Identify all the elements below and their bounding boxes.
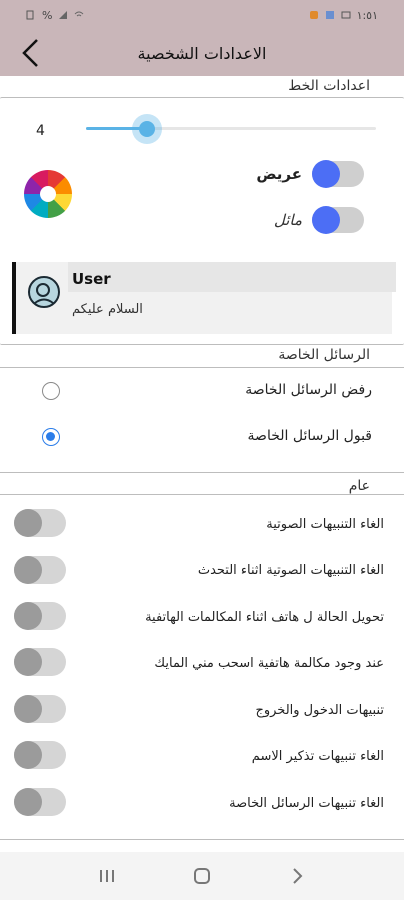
slider-thumb[interactable] [138,121,155,137]
chevron-left-icon [22,39,38,67]
back-button[interactable] [14,36,48,70]
preview-username: User [72,270,111,288]
accept-private-radio[interactable] [42,428,60,446]
back-nav-icon [292,868,303,884]
mute-sound-alerts-toggle[interactable] [14,509,66,537]
accept-private-label: قبول الرسائل الخاصة [247,428,372,444]
toggle-knob [14,741,42,769]
system-nav-bar [0,852,404,900]
toggle-knob [14,695,42,723]
toggle-knob [14,602,42,630]
toggle-knob [14,556,42,584]
home-button[interactable] [182,861,222,891]
mute-while-talking-toggle[interactable] [14,556,66,584]
font-size-slider[interactable] [86,114,376,144]
bold-label: عريض [256,165,302,183]
font-size-value: 4 [36,123,45,139]
preview-name-bar [68,262,396,292]
general-item-label: الغاء التنبيهات الصوتية اثناء التحدث [197,563,384,578]
page-title: الاعدادات الشخصية [137,43,267,63]
recent-apps-icon [100,870,115,882]
toggle-knob [312,160,340,188]
nav-back-button[interactable] [277,861,317,891]
italic-label: مائل [273,211,302,229]
general-item-label: الغاء تنبيهات تذكير الاسم [251,749,384,764]
toggle-knob [14,509,42,537]
battery-text: % [42,8,53,22]
message-icon [341,11,351,19]
app-bar: الاعدادات الشخصية [0,30,404,76]
general-item-label: تحويل الحالة ل هاتف اثناء المكالمات الها… [145,610,384,625]
general-item-label: عند وجود مكالمة هاتفية اسحب مني المايك [154,656,384,671]
reject-private-radio[interactable] [42,382,60,400]
toggle-knob [14,648,42,676]
general-item-label: الغاء التنبيهات الصوتية [266,517,384,532]
person-icon [34,283,54,304]
notification-icon [309,11,318,19]
clock: ١:٥١ [356,8,378,22]
user-avatar-icon [28,276,60,308]
phone-status-toggle[interactable] [14,602,66,630]
general-title: عام [348,478,370,494]
status-bar: % ١:٥١ [0,0,404,30]
signal-icon [59,11,68,19]
status-right-icons: ١:٥١ [309,9,378,22]
home-icon [193,868,210,884]
release-mic-on-call-toggle[interactable] [14,648,66,676]
italic-toggle[interactable] [312,206,364,234]
wifi-icon [75,11,84,17]
private-message-alerts-toggle[interactable] [14,788,66,816]
general-item-label: الغاء تنبيهات الرسائل الخاصة [229,796,384,811]
toggle-knob [312,206,340,234]
message-preview: User السلام عليكم [12,262,396,334]
image-icon [325,11,334,19]
font-settings-title: اعدادات الخط [288,78,370,94]
bold-toggle[interactable] [312,160,364,188]
private-messages-title: الرسائل الخاصة [278,347,370,363]
battery-icon [26,10,34,20]
name-mention-alerts-toggle[interactable] [14,741,66,769]
toggle-knob [14,788,42,816]
status-left-icons: % [26,9,84,22]
color-wheel-icon[interactable] [24,170,72,218]
preview-message: السلام عليكم [72,302,143,317]
general-item-label: تنبيهات الدخول والخروج [255,703,384,718]
join-leave-alerts-toggle[interactable] [14,695,66,723]
reject-private-label: رفض الرسائل الخاصة [245,382,372,398]
recent-apps-button[interactable] [87,861,127,891]
